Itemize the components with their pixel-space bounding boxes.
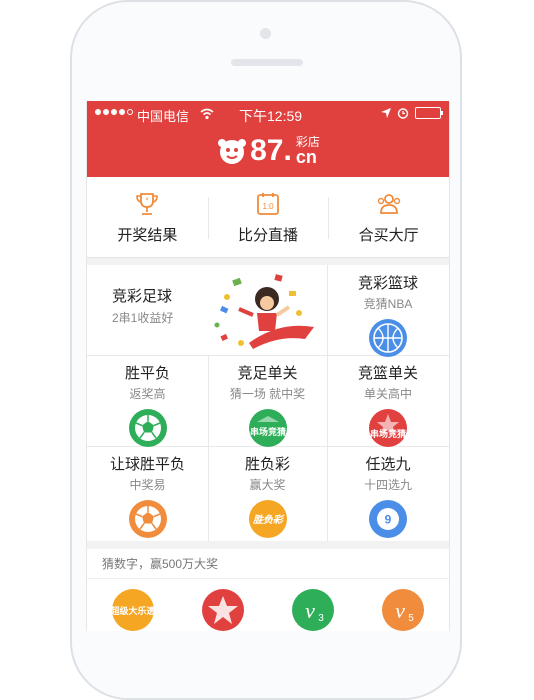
status-time: 下午12:59 [239,108,303,124]
svg-text:1:0: 1:0 [262,202,274,211]
card-win-draw-lose[interactable]: 胜平负 返奖高 [87,355,208,448]
status-bar: 中国电信 下午12:59 [87,106,449,124]
wifi-icon [200,108,214,120]
basketball-icon [368,318,408,358]
card-title: 任选九 [365,456,411,473]
tool-label: 合买大厅 [358,226,419,244]
card-title: 胜平负 [124,365,170,382]
battery-icon [415,107,443,119]
football-player-illustration-icon [214,274,314,349]
location-arrow-icon [381,108,391,118]
brand-cn-bottom: cn [295,147,317,167]
svg-text:v: v [305,598,315,623]
card-title: 竞彩足球 [112,288,173,305]
soccer-ball-icon [128,408,168,448]
football-single-icon: 串场竞猜 [248,408,288,448]
lottery-grid: 竞彩足球 2串1收益好 竞彩篮球 竞猜NBA 胜平负 返奖高 竞足单关 猜一场 … [87,265,449,541]
card-pick-nine[interactable]: 任选九 十四选九 9 [327,446,449,541]
svg-text:v: v [395,598,405,623]
card-subtitle: 中奖易 [129,478,166,492]
trophy-icon [136,192,159,215]
badge-text: 胜负彩 [252,514,285,526]
card-subtitle: 单关高中 [363,387,412,401]
card-jingcai-basketball[interactable]: 竞彩篮球 竞猜NBA [327,265,449,358]
card-basketball-single[interactable]: 竞篮单关 单关高中 串场竞猜 [327,355,449,448]
tool-label: 开奖结果 [117,226,178,244]
brand-logo: 87. 彩店 cn [87,131,449,171]
card-subtitle: 猜一场 就中奖 [229,387,306,401]
carrier-name: 中国电信 [137,109,190,124]
tool-results[interactable]: 开奖结果 [87,177,208,257]
tool-group-buy[interactable]: 合买大厅 [328,177,449,257]
app-screen: 中国电信 下午12:59 87. 彩店 cn 开奖结果 1:0 比分直播 合买大… [86,101,450,631]
card-title: 胜负彩 [244,456,290,473]
card-title: 竞足单关 [237,365,298,382]
speaker-grille [231,59,303,66]
card-subtitle: 竞猜NBA [363,297,413,311]
lion-mascot-icon [218,139,247,164]
card-handicap[interactable]: 让球胜平负 中奖易 [87,446,208,541]
badge-text: 3 [318,613,324,624]
card-jingcai-football[interactable]: 竞彩足球 2串1收益好 [87,265,327,355]
scoreboard-icon: 1:0 [257,192,279,215]
badge-text: 9 [385,513,392,527]
pick-nine-icon: 9 [368,499,408,539]
tool-label: 比分直播 [238,226,299,244]
handicap-ball-icon [128,499,168,539]
badge-text: 5 [408,613,414,624]
card-title: 让球胜平负 [109,456,185,473]
number-games-row: 超级大乐透 v3 v5 [87,579,449,631]
card-subtitle: 十四选九 [363,478,412,492]
card-subtitle: 2串1收益好 [112,311,174,325]
number-games-header: 猜数字，赢500万大奖 [87,549,449,579]
quick-tools: 开奖结果 1:0 比分直播 合买大厅 [87,177,449,258]
app-header: 中国电信 下午12:59 87. 彩店 cn [87,101,449,177]
basketball-single-icon: 串场竞猜 [368,408,408,448]
badge-text: 超级大乐透 [112,605,154,616]
badge-text: 串场竞猜 [370,428,406,439]
card-subtitle: 赢大奖 [249,478,286,492]
alarm-clock-icon [397,108,409,119]
win-lose-icon: 胜负彩 [248,499,288,539]
brand-number: 87. [250,134,292,167]
tool-live-score[interactable]: 1:0 比分直播 [207,177,329,257]
card-title: 竞彩篮球 [357,275,418,292]
card-football-single[interactable]: 竞足单关 猜一场 就中奖 串场竞猜 [208,355,327,448]
group-icon [377,193,400,214]
front-camera [260,28,271,39]
signal-strength-icon [95,109,133,115]
badge-text: 串场竞猜 [249,426,285,437]
card-subtitle: 返奖高 [129,387,166,401]
card-win-lose[interactable]: 胜负彩 赢大奖 胜负彩 [208,446,327,541]
card-title: 竞篮单关 [357,365,418,382]
